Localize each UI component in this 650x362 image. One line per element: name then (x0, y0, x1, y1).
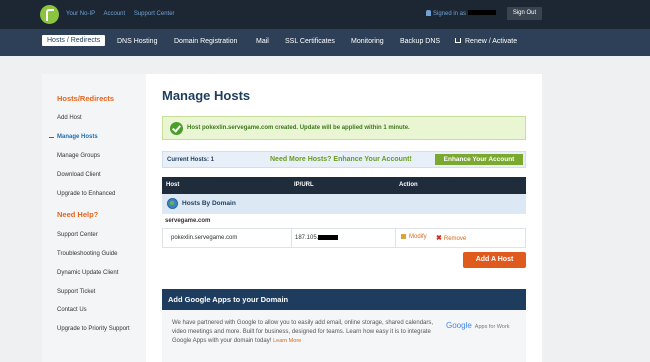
sidebar-item-manage-hosts[interactable]: Manage Hosts (57, 134, 98, 140)
support-center-link[interactable]: Support Center (134, 11, 175, 17)
nav-backup-dns[interactable]: Backup DNS (400, 38, 440, 45)
redacted-username (467, 10, 496, 15)
google-logo-suffix: Apps for Work (474, 324, 510, 330)
sidebar-item-manage-groups[interactable]: Manage Groups (57, 153, 100, 159)
sidebar-item-troubleshooting[interactable]: Troubleshooting Guide (57, 251, 117, 257)
domain-name: servegame.com (165, 218, 211, 224)
nav-hosts-redirects[interactable]: Hosts / Redirects (42, 35, 106, 46)
col-host: Host (166, 182, 180, 188)
remove-link[interactable]: ✖ Remove (436, 234, 466, 242)
learn-more-link[interactable]: Learn More (273, 338, 301, 344)
signed-in-label: Signed in as (433, 11, 467, 17)
sidebar-item-priority-support[interactable]: Upgrade to Priority Support (57, 326, 130, 332)
sidebar-item-add-host[interactable]: Add Host (57, 115, 82, 121)
google-apps-logo[interactable]: Google Apps for Work (446, 321, 510, 330)
sidebar-item-contact-us[interactable]: Contact Us (57, 307, 87, 313)
google-apps-body: We have partnered with Google to allow y… (172, 320, 434, 344)
hosts-by-domain-label: Hosts By Domain (182, 200, 236, 207)
account-link[interactable]: Account (103, 11, 125, 17)
table-row: pokexlin.servegame.com 187.105. Modify ✖… (162, 228, 526, 248)
enhance-account-button[interactable]: Enhance Your Account (435, 154, 523, 165)
remove-label: Remove (443, 236, 467, 242)
host-ip: 187.105. (295, 235, 339, 241)
main-nav: Hosts / Redirects DNS Hosting Domain Reg… (0, 29, 650, 56)
success-message: Host pokexlin.servegame.com created. Upd… (187, 125, 410, 131)
nav-renew-activate[interactable]: Renew / Activate (455, 38, 517, 45)
hosts-by-domain-row: Hosts By Domain (162, 194, 526, 214)
sign-out-button[interactable]: Sign Out (507, 7, 542, 20)
check-icon (170, 122, 183, 135)
sidebar-item-support-ticket[interactable]: Support Ticket (57, 289, 95, 295)
col-ip-url: IP/URL (294, 182, 314, 188)
nav-renew-label: Renew / Activate (465, 38, 518, 45)
success-alert: Host pokexlin.servegame.com created. Upd… (162, 116, 526, 140)
top-bar: Your No-IP Account Support Center Signed… (0, 0, 650, 29)
current-hosts-count: Current Hosts: 1 (167, 157, 215, 163)
col-action: Action (399, 182, 418, 188)
signed-in-info: Signed in as (426, 10, 496, 17)
sidebar-item-dynamic-update-client[interactable]: Dynamic Update Client (57, 270, 118, 276)
sidebar-item-upgrade-enhanced[interactable]: Upgrade to Enhanced (57, 191, 115, 197)
globe-icon (167, 198, 178, 209)
remove-x-icon: ✖ (436, 235, 442, 242)
cart-icon (455, 38, 461, 43)
redacted-ip (318, 235, 339, 240)
sidebar-heading-help: Need Help? (57, 210, 99, 219)
google-apps-panel: We have partnered with Google to allow y… (162, 310, 526, 362)
user-icon (426, 10, 431, 16)
sidebar-heading-hosts: Hosts/Redirects (57, 94, 115, 103)
google-logo-text: Google (446, 321, 472, 330)
top-links: Your No-IP Account Support Center (66, 11, 182, 17)
nav-monitoring[interactable]: Monitoring (351, 38, 384, 45)
sidebar-item-download-client[interactable]: Download Client (57, 172, 101, 178)
hosts-table-header: Host IP/URL Action (162, 177, 526, 194)
nav-domain-registration[interactable]: Domain Registration (174, 38, 237, 45)
nav-dns-hosting[interactable]: DNS Hosting (117, 38, 157, 45)
page-title: Manage Hosts (162, 88, 251, 103)
host-ip-value: 187.105. (295, 235, 319, 241)
google-apps-text: We have partnered with Google to allow y… (172, 319, 442, 346)
host-name[interactable]: pokexlin.servegame.com (171, 235, 237, 241)
add-host-button[interactable]: Add A Host (463, 252, 526, 268)
your-noip-link[interactable]: Your No-IP (66, 11, 95, 17)
modify-link[interactable]: Modify (401, 234, 427, 240)
active-marker (49, 137, 54, 138)
noip-logo-icon[interactable] (40, 5, 59, 24)
nav-mail[interactable]: Mail (256, 38, 269, 45)
current-hosts-bar: Current Hosts: 1 Need More Hosts? Enhanc… (162, 151, 526, 168)
google-apps-heading: Add Google Apps to your Domain (162, 289, 526, 310)
need-more-hosts-text: Need More Hosts? Enhance Your Account! (270, 156, 412, 163)
nav-ssl-certificates[interactable]: SSL Certificates (285, 38, 335, 45)
sidebar-item-support-center[interactable]: Support Center (57, 232, 98, 238)
